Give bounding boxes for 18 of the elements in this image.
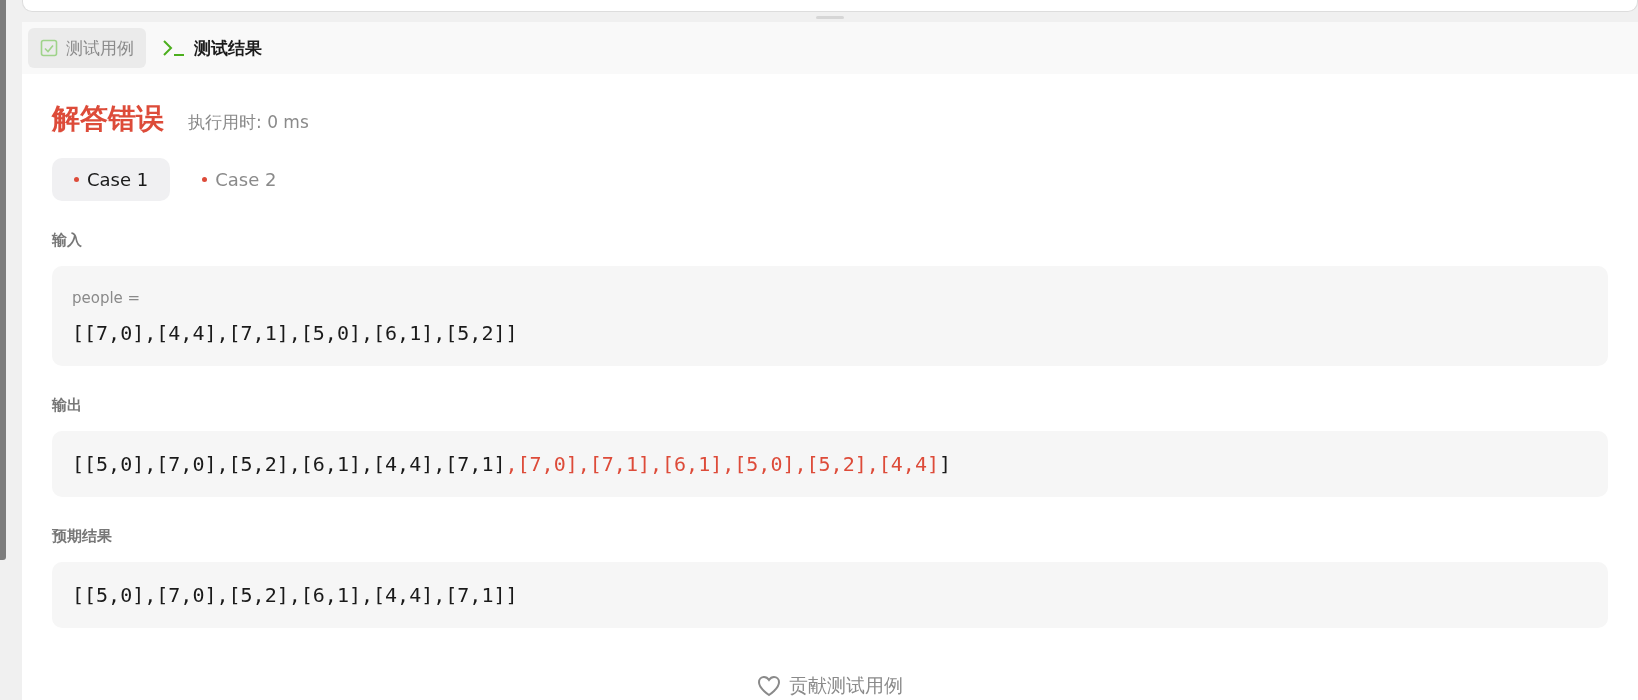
runtime-text: 执行用时: 0 ms: [188, 111, 309, 134]
contribute-button[interactable]: 贡献测试用例: [751, 672, 909, 700]
heart-icon: [757, 675, 781, 697]
input-value: [[7,0],[4,4],[7,1],[5,0],[6,1],[5,2]]: [72, 321, 518, 345]
terminal-icon: [162, 39, 186, 57]
expected-label: 预期结果: [52, 527, 113, 546]
scrollbar[interactable]: [0, 0, 6, 560]
panel-tab[interactable]: 测试用例: [28, 28, 146, 68]
checkbox-icon: [40, 39, 58, 57]
expected-value: [[5,0],[7,0],[5,2],[6,1],[4,4],[7,1]]: [72, 583, 518, 607]
param-name: people =: [72, 289, 142, 307]
case-tab[interactable]: Case 2: [180, 158, 299, 201]
output-value: [[5,0],[7,0],[5,2],[6,1],[4,4],[7,1],[7,0],[7,1],[6,1],[5,0],[5,2],[4,4]]: [72, 452, 951, 476]
case-tab[interactable]: Case 1: [52, 158, 171, 201]
output-label: 输出: [52, 396, 83, 415]
panel-tab[interactable]: 测试结果: [150, 28, 274, 68]
input-label: 输入: [52, 231, 83, 250]
result-status: 解答错误: [52, 101, 164, 137]
